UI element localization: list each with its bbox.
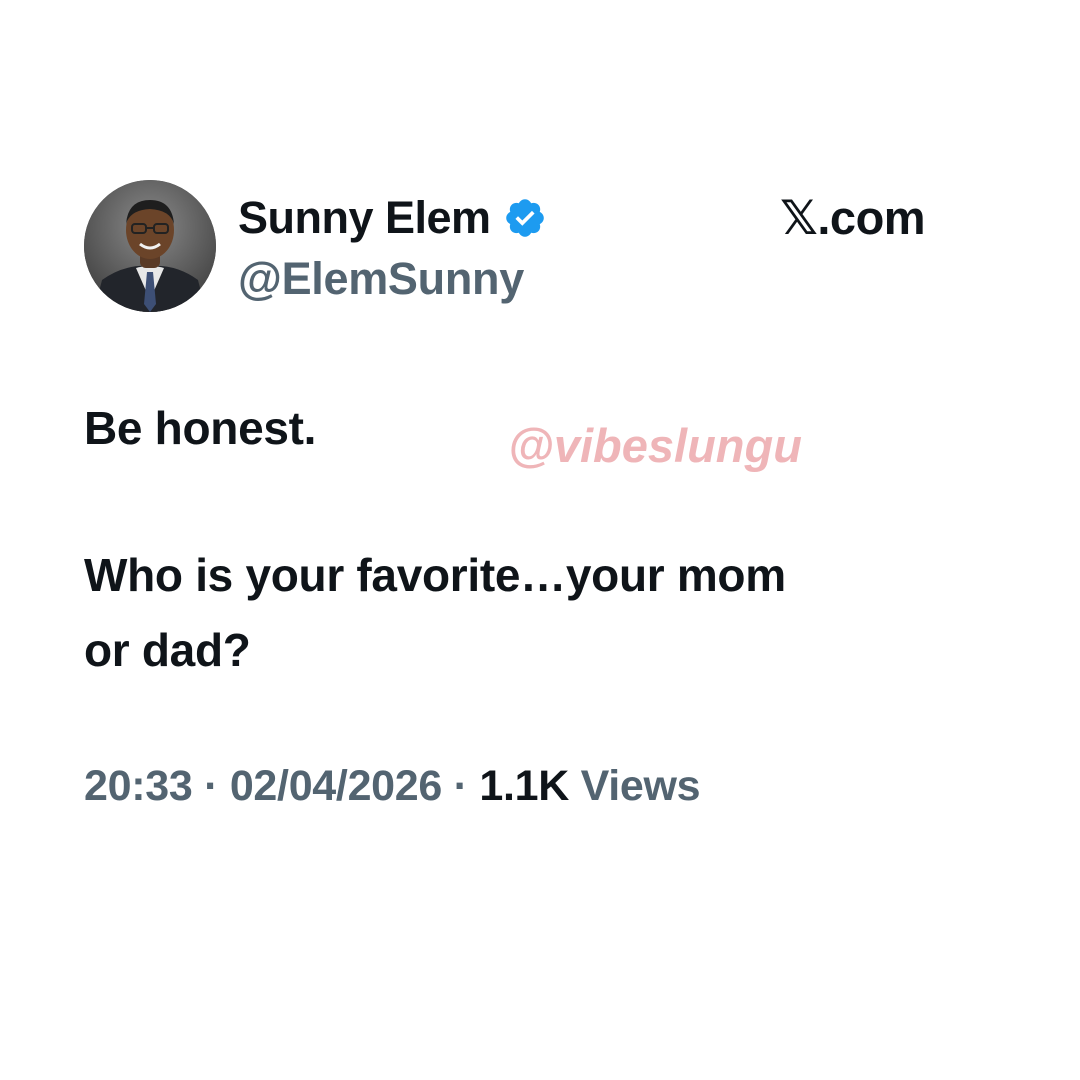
tweet-meta: 20:33 · 02/04/2026 · 1.1K Views: [84, 758, 701, 814]
tweet-text-line-1: Be honest.: [84, 402, 317, 454]
author-display-name[interactable]: Sunny Elem: [238, 190, 491, 246]
views-label: Views: [580, 762, 701, 810]
avatar[interactable]: [84, 180, 216, 312]
tweet-date[interactable]: 02/04/2026: [230, 762, 443, 810]
tweet-text-line-3: or dad?: [84, 624, 251, 676]
meta-separator: ·: [192, 762, 230, 810]
views-count: 1.1K: [479, 762, 569, 810]
watermark: @vibeslungu: [508, 419, 802, 472]
avatar-photo: [84, 180, 216, 312]
x-logo-text: 𝕏.com: [780, 191, 926, 244]
verified-badge-icon: [503, 196, 547, 240]
author-handle[interactable]: @ElemSunny: [238, 251, 524, 307]
tweet-text-line-2: Who is your favorite…your mom: [84, 549, 786, 601]
meta-separator: ·: [442, 762, 480, 810]
author-name-row[interactable]: Sunny Elem: [238, 190, 547, 246]
tweet-time[interactable]: 20:33: [84, 762, 193, 810]
